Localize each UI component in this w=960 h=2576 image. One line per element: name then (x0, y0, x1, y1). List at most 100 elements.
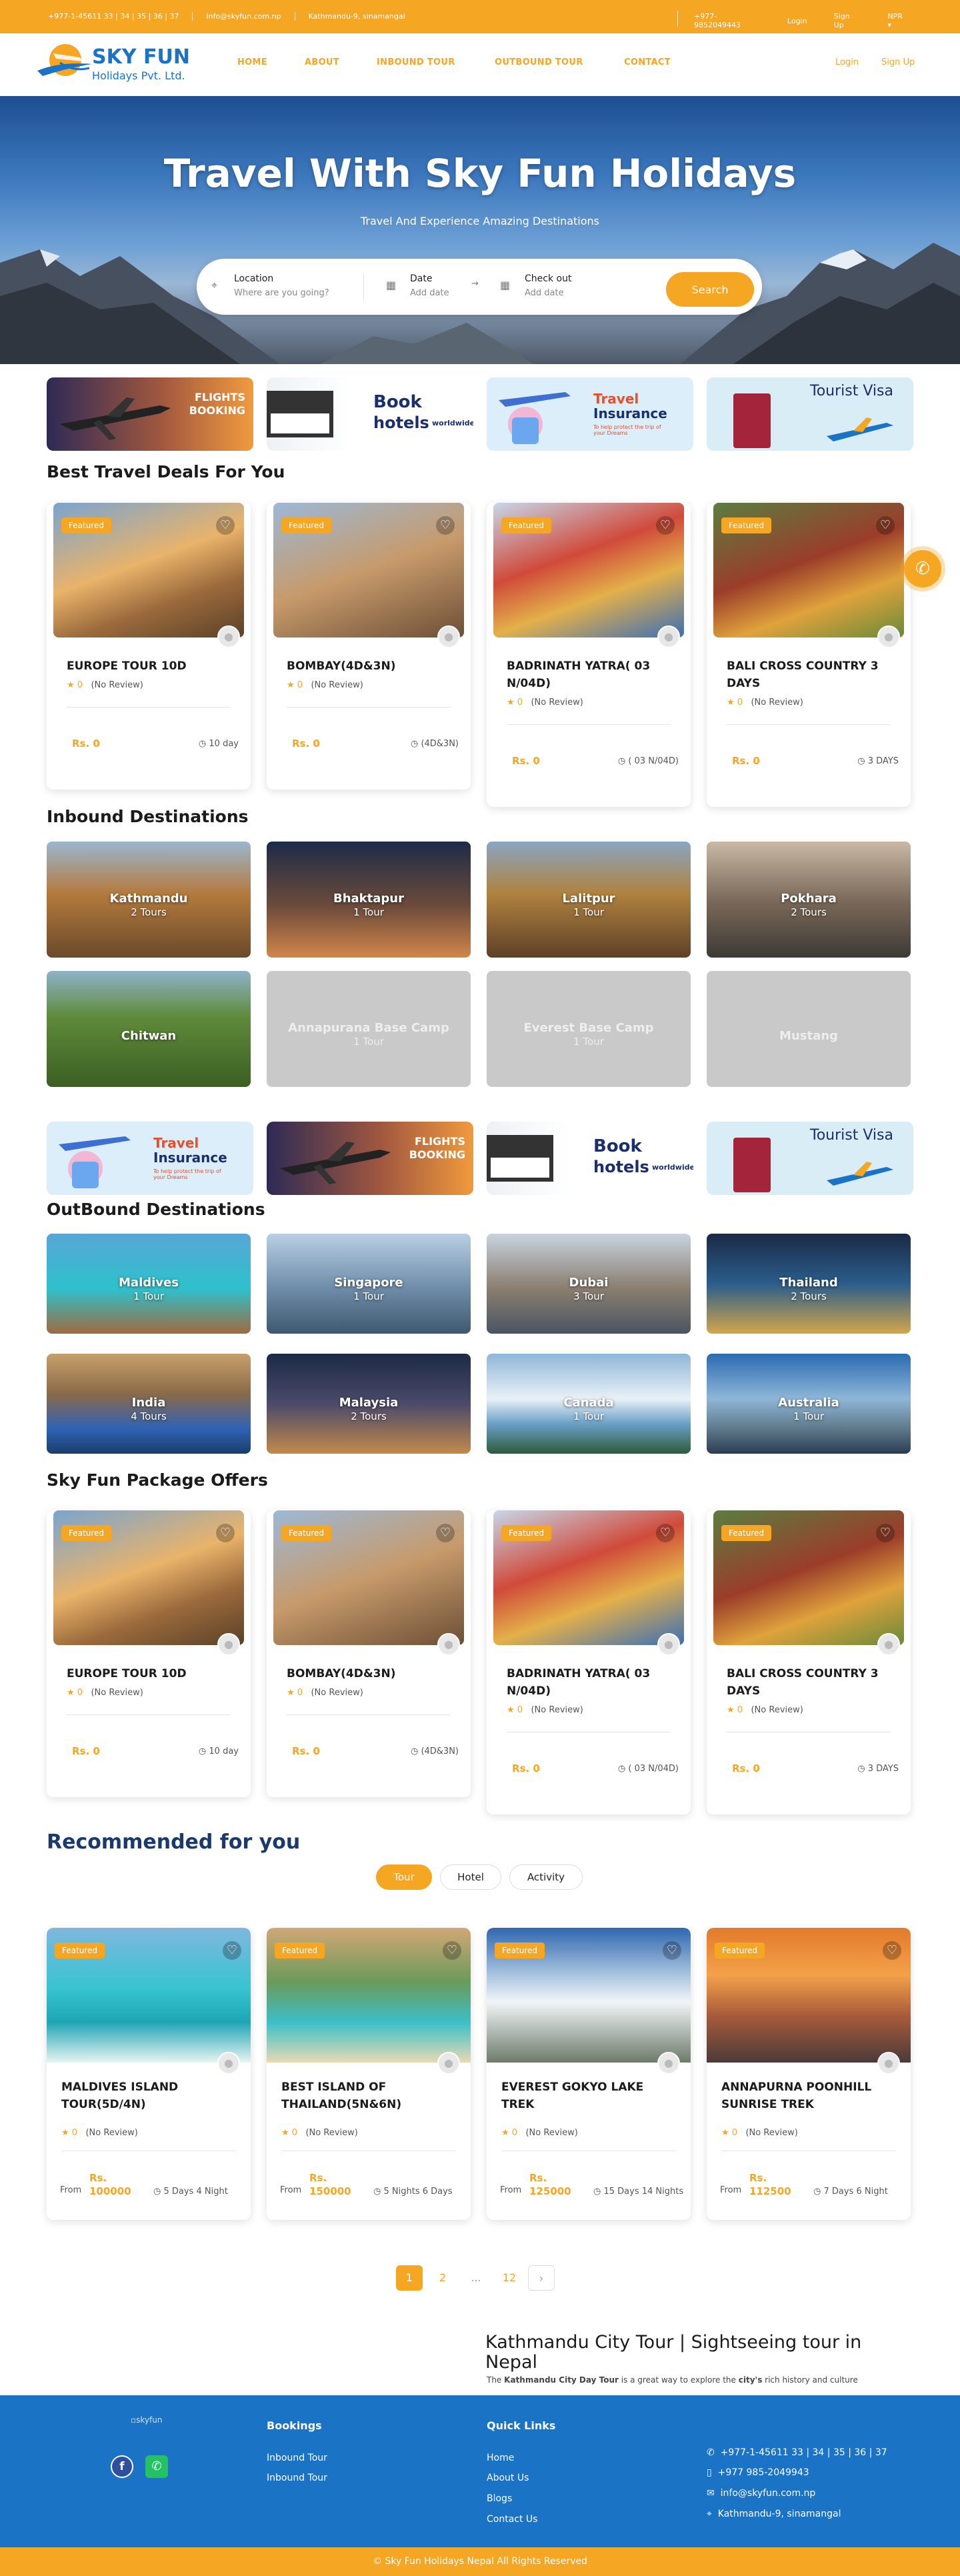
tourist-visa-banner-2[interactable]: Tourist Visa (707, 1122, 913, 1195)
nav-contact[interactable]: CONTACT (624, 57, 671, 67)
destination-card[interactable]: India 4 Tours (47, 1354, 251, 1454)
tour-image[interactable]: Featured ♡ (267, 1928, 471, 2063)
tour-title[interactable]: EUROPE TOUR 10D (67, 658, 233, 675)
recommended-card[interactable]: Featured ♡ ● BEST ISLAND OF THAILAND(5N&6N)… (267, 1928, 471, 2220)
travel-insurance-banner-2[interactable]: Travel Insurance To help protect the tri… (47, 1122, 253, 1195)
destination-card[interactable]: Maldives 1 Tour (47, 1234, 251, 1334)
topbar-mobile[interactable]: +977-9852049443 (694, 12, 761, 29)
footer-link-about[interactable]: About Us (487, 2473, 529, 2483)
nav-login[interactable]: Login (835, 57, 859, 67)
site-logo[interactable]: SKY FUN Holidays Pvt. Ltd. (33, 41, 200, 87)
destination-card[interactable]: Annapurana Base Camp 1 Tour (267, 971, 471, 1087)
tour-title[interactable]: BOMBAY(4D&3N) (287, 1665, 453, 1682)
heart-icon[interactable]: ♡ (436, 1524, 455, 1542)
heart-icon[interactable]: ♡ (216, 1524, 235, 1542)
tour-title[interactable]: BADRINATH YATRA( 03 N/04D) (507, 658, 673, 692)
tour-title[interactable]: BEST ISLAND OF THAILAND(5N&6N) (281, 2079, 448, 2113)
whatsapp-float-icon[interactable]: ✆ (904, 550, 941, 587)
heart-icon[interactable]: ♡ (436, 516, 455, 535)
destination-card[interactable]: Canada 1 Tour (487, 1354, 691, 1454)
destination-card[interactable]: Singapore 1 Tour (267, 1234, 471, 1334)
page-1-button[interactable]: 1 (396, 2265, 423, 2291)
feature-title[interactable]: Kathmandu City Tour | Sightseeing tour i… (485, 2333, 885, 2373)
nav-inbound-tour[interactable]: INBOUND TOUR (377, 57, 455, 67)
heart-icon[interactable]: ♡ (443, 1941, 461, 1960)
heart-icon[interactable]: ♡ (656, 1524, 675, 1542)
date-input[interactable]: Add date (410, 288, 449, 298)
heart-icon[interactable]: ♡ (663, 1941, 681, 1960)
nav-about[interactable]: ABOUT (305, 57, 339, 67)
tour-card[interactable]: Featured ♡ ● BOMBAY(4D&3N) ★ 0 (No Review) Rs… (267, 503, 471, 790)
tour-title[interactable]: EVEREST GOKYO LAKE TREK (501, 2079, 668, 2113)
heart-icon[interactable]: ♡ (883, 1941, 901, 1960)
tour-card[interactable]: Featured ♡ ● BALI CROSS COUNTRY 3 DAYS ★ 0 (… (707, 1510, 911, 1814)
tour-card[interactable]: Featured ♡ ● BADRINATH YATRA( 03 N/04D) ★ 0 … (487, 1510, 691, 1814)
heart-icon[interactable]: ♡ (656, 516, 675, 535)
destination-card[interactable]: Lalitpur 1 Tour (487, 842, 691, 958)
nav-outbound-tour[interactable]: OUTBOUND TOUR (495, 57, 583, 67)
recommended-card[interactable]: Featured ♡ ● ANNAPURNA POONHILL SUNRISE TRE… (707, 1928, 911, 2220)
tour-card[interactable]: Featured ♡ ● BALI CROSS COUNTRY 3 DAYS ★ 0 (… (707, 503, 911, 807)
tourist-visa-banner[interactable]: Tourist Visa (707, 377, 913, 451)
book-hotels-banner[interactable]: Book hotels worldwide (267, 377, 473, 451)
tour-card[interactable]: Featured ♡ ● BOMBAY(4D&3N) ★ 0 (No Review) Rs… (267, 1510, 471, 1797)
tab-activity[interactable]: Activity (509, 1864, 583, 1890)
footer-phone[interactable]: ✆ +977-1-45611 33 | 34 | 35 | 36 | 37 (707, 2447, 887, 2458)
topbar-phone[interactable]: +977-1-45611 33 | 34 | 35 | 36 | 37 (48, 12, 193, 21)
destination-card[interactable]: Pokhara 2 Tours (707, 842, 911, 958)
tour-image[interactable]: Featured ♡ (53, 1510, 244, 1645)
destination-card[interactable]: Chitwan (47, 971, 251, 1087)
book-hotels-banner-2[interactable]: Book hotels worldwide (487, 1122, 693, 1195)
tour-card[interactable]: Featured ♡ ● EUROPE TOUR 10D ★ 0 (No Review)… (47, 503, 251, 790)
tab-hotel[interactable]: Hotel (440, 1864, 501, 1890)
tour-image[interactable]: Featured ♡ (493, 503, 684, 637)
tour-image[interactable]: Featured ♡ (273, 503, 464, 637)
topbar-login-link[interactable]: Login (787, 17, 807, 25)
footer-email[interactable]: ✉ info@skyfun.com.np (707, 2488, 815, 2499)
destination-card[interactable]: Dubai 3 Tour (487, 1234, 691, 1334)
destination-card[interactable]: Malaysia 2 Tours (267, 1354, 471, 1454)
footer-logo[interactable]: ▫skyfun (131, 2415, 162, 2425)
flights-booking-banner[interactable]: FLIGHTS BOOKING (47, 377, 253, 451)
tour-card[interactable]: Featured ♡ ● EUROPE TOUR 10D ★ 0 (No Review)… (47, 1510, 251, 1797)
footer-link-inbound-tour-2[interactable]: Inbound Tour (267, 2473, 327, 2483)
location-input[interactable]: Where are you going? (234, 288, 329, 298)
tour-title[interactable]: ANNAPURNA POONHILL SUNRISE TREK (721, 2079, 888, 2113)
page-12-button[interactable]: 12 (496, 2265, 523, 2291)
footer-link-inbound-tour[interactable]: Inbound Tour (267, 2453, 327, 2463)
flights-booking-banner-2[interactable]: FLIGHTS BOOKING (267, 1122, 473, 1195)
recommended-card[interactable]: Featured ♡ ● MALDIVES ISLAND TOUR(5D/4N) ★ 0… (47, 1928, 251, 2220)
recommended-card[interactable]: Featured ♡ ● EVEREST GOKYO LAKE TREK ★ 0 (No… (487, 1928, 691, 2220)
tour-image[interactable]: Featured ♡ (713, 1510, 904, 1645)
nav-signup[interactable]: Sign Up (881, 57, 915, 67)
tour-title[interactable]: BADRINATH YATRA( 03 N/04D) (507, 1665, 673, 1700)
footer-link-blogs[interactable]: Blogs (487, 2493, 512, 2504)
destination-card[interactable]: Mustang (707, 971, 911, 1087)
tour-image[interactable]: Featured ♡ (487, 1928, 691, 2063)
tour-image[interactable]: Featured ♡ (47, 1928, 251, 2063)
heart-icon[interactable]: ♡ (876, 516, 895, 535)
footer-mobile[interactable]: ▯ +977 985-2049943 (707, 2467, 809, 2478)
tab-tour[interactable]: Tour (376, 1864, 432, 1890)
currency-select[interactable]: NPR ▾ (887, 12, 933, 29)
footer-link-contact[interactable]: Contact Us (487, 2514, 537, 2525)
heart-icon[interactable]: ♡ (876, 1524, 895, 1542)
heart-icon[interactable]: ♡ (216, 516, 235, 535)
travel-insurance-banner[interactable]: Travel Insurance To help protect the tri… (487, 377, 693, 451)
tour-image[interactable]: Featured ♡ (273, 1510, 464, 1645)
tour-title[interactable]: BALI CROSS COUNTRY 3 DAYS (727, 658, 893, 692)
destination-card[interactable]: Thailand 2 Tours (707, 1234, 911, 1334)
destination-card[interactable]: Kathmandu 2 Tours (47, 842, 251, 958)
footer-link-home[interactable]: Home (487, 2453, 514, 2463)
heart-icon[interactable]: ♡ (223, 1941, 241, 1960)
destination-card[interactable]: Bhaktapur 1 Tour (267, 842, 471, 958)
tour-title[interactable]: MALDIVES ISLAND TOUR(5D/4N) (61, 2079, 228, 2113)
tour-image[interactable]: Featured ♡ (53, 503, 244, 637)
next-page-icon[interactable]: › (528, 2265, 555, 2291)
whatsapp-icon[interactable]: ✆ (145, 2455, 168, 2478)
checkout-input[interactable]: Add date (525, 288, 564, 298)
topbar-signup-link[interactable]: Sign Up (834, 12, 861, 29)
tour-card[interactable]: Featured ♡ ● BADRINATH YATRA( 03 N/04D) ★ 0 … (487, 503, 691, 807)
destination-card[interactable]: Australia 1 Tour (707, 1354, 911, 1454)
destination-card[interactable]: Everest Base Camp 1 Tour (487, 971, 691, 1087)
